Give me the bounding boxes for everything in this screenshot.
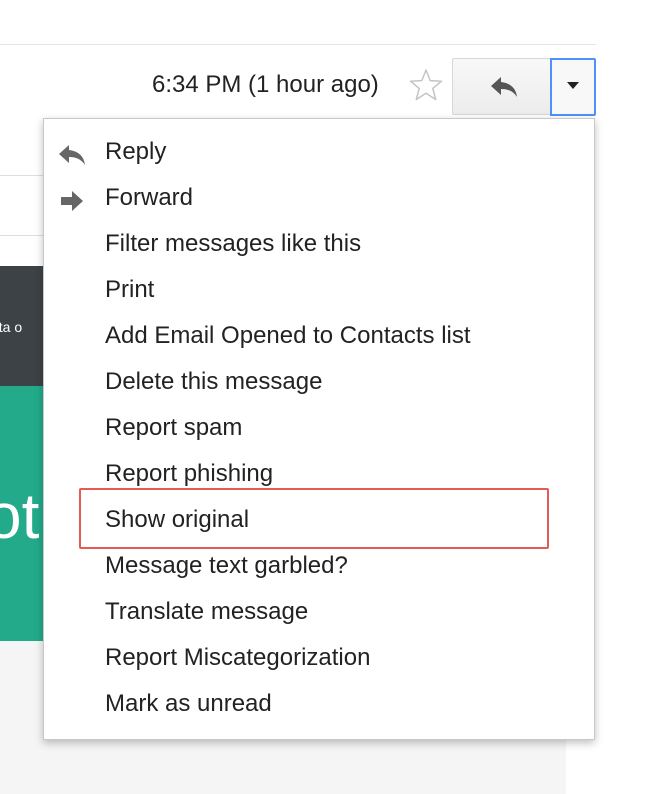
star-icon[interactable]	[409, 68, 443, 102]
more-options-button[interactable]	[550, 58, 596, 116]
menu-item-label: Print	[105, 276, 155, 303]
reply-icon	[59, 145, 85, 165]
reply-arrow-icon	[491, 77, 517, 97]
menu-item-label: Report spam	[105, 414, 243, 441]
menu-item-label: Message text garbled?	[105, 552, 348, 579]
menu-item-translate[interactable]: Translate message	[44, 591, 594, 637]
menu-item-label: Forward	[105, 184, 194, 211]
caret-down-icon	[567, 82, 579, 89]
menu-item-label: Report phishing	[105, 460, 274, 487]
menu-item-report-phishing[interactable]: Report phishing	[44, 453, 594, 499]
menu-item-label: Mark as unread	[105, 690, 272, 717]
forward-icon	[61, 191, 83, 211]
header-divider	[0, 44, 596, 45]
menu-item-label: Report Miscategorization	[105, 644, 371, 671]
reply-button[interactable]	[452, 58, 550, 115]
menu-item-delete[interactable]: Delete this message	[44, 361, 594, 407]
menu-item-mark-unread[interactable]: Mark as unread	[44, 683, 594, 729]
message-actions-menu: Reply Forward Filter messages like this …	[43, 118, 595, 740]
menu-item-report-miscategorization[interactable]: Report Miscategorization	[44, 637, 594, 683]
menu-item-forward[interactable]: Forward	[44, 177, 594, 223]
dark-banner-text: ata o	[0, 319, 23, 335]
menu-item-text-garbled[interactable]: Message text garbled?	[44, 545, 594, 591]
left-divider	[0, 235, 44, 236]
menu-item-report-spam[interactable]: Report spam	[44, 407, 594, 453]
menu-item-label: Delete this message	[105, 368, 323, 395]
menu-item-label: Add Email Opened to Contacts list	[105, 322, 471, 349]
menu-item-label: Show original	[105, 506, 250, 533]
menu-item-reply[interactable]: Reply	[44, 131, 594, 177]
message-timestamp: 6:34 PM (1 hour ago)	[152, 71, 379, 98]
menu-item-label: Filter messages like this	[105, 230, 362, 257]
left-divider	[0, 175, 44, 176]
menu-item-label: Translate message	[105, 598, 309, 625]
green-banner-text: ot	[0, 480, 40, 552]
menu-item-print[interactable]: Print	[44, 269, 594, 315]
menu-item-filter-messages[interactable]: Filter messages like this	[44, 223, 594, 269]
menu-item-label: Reply	[105, 138, 167, 165]
menu-item-add-to-contacts[interactable]: Add Email Opened to Contacts list	[44, 315, 594, 361]
menu-item-show-original[interactable]: Show original	[44, 499, 594, 545]
email-dark-banner: ata o	[0, 266, 44, 386]
email-green-banner: ot	[0, 386, 44, 641]
